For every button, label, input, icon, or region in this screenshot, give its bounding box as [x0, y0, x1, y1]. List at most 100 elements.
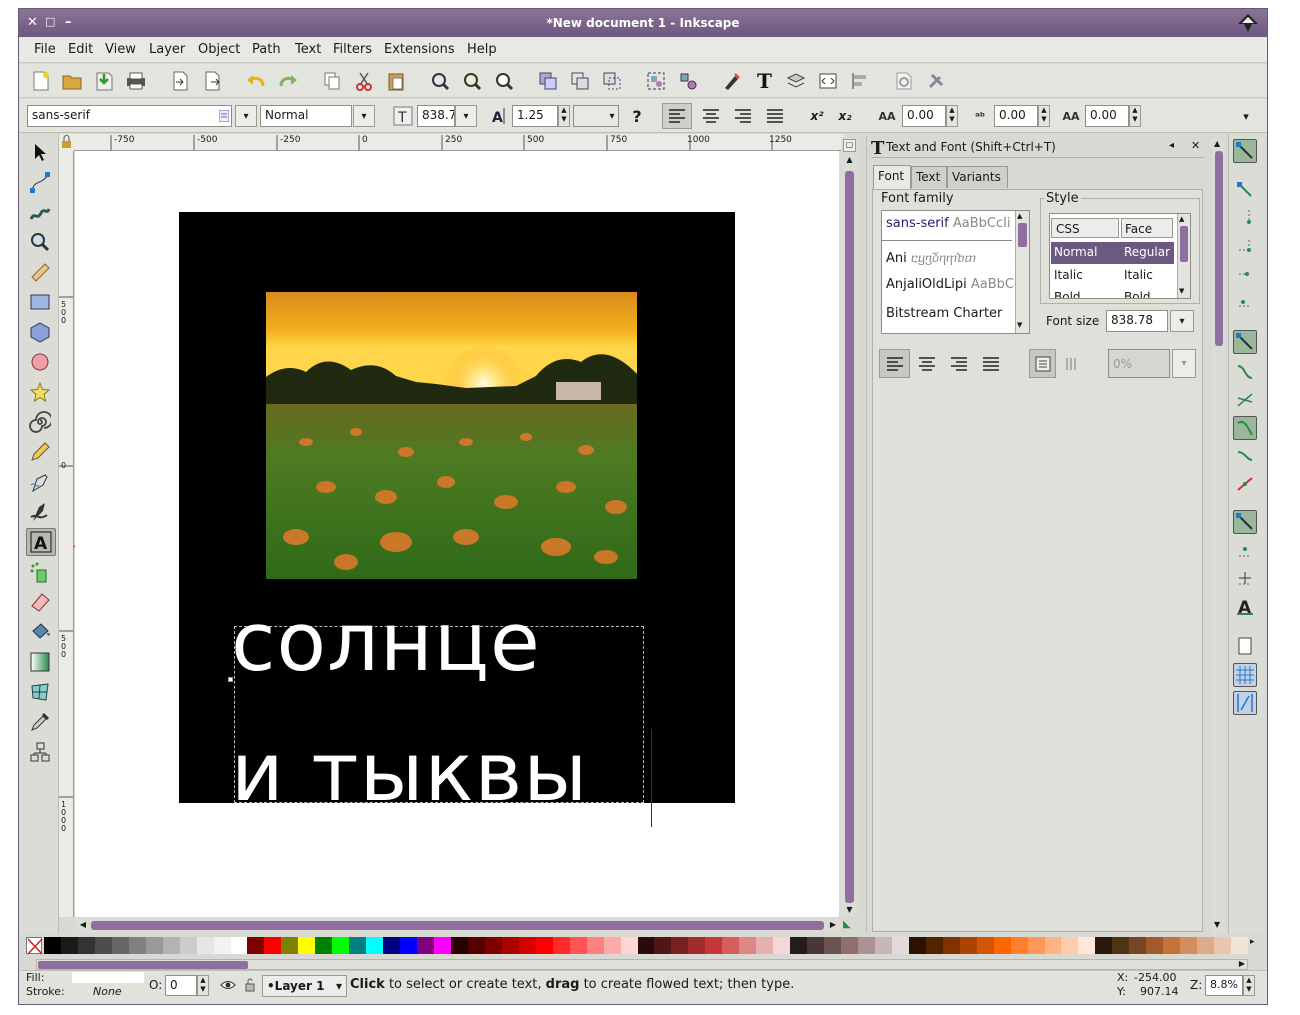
palette-swatch[interactable]	[281, 937, 298, 954]
layers-icon[interactable]	[785, 70, 807, 92]
scroll-down-icon[interactable]: ▼	[1214, 920, 1220, 929]
layer-lock-icon[interactable]	[244, 978, 256, 995]
menu-extensions[interactable]: Extensions	[384, 42, 455, 57]
toolbar-overflow-button[interactable]: ▾	[1235, 105, 1257, 127]
palette-swatch[interactable]	[247, 937, 264, 954]
palette-swatch[interactable]	[434, 937, 451, 954]
snap-toggle-icon[interactable]	[1233, 139, 1257, 163]
font-row-bitstream-charter[interactable]: Bitstream Charter	[886, 306, 1002, 321]
palette-swatch[interactable]	[1163, 937, 1180, 954]
palette-swatch[interactable]	[214, 937, 231, 954]
palette-scroll-thumb[interactable]	[38, 961, 248, 969]
text-tool-icon[interactable]: A	[26, 528, 56, 556]
document-properties-icon[interactable]	[893, 70, 915, 92]
style-row-italic-face[interactable]: Italic	[1124, 268, 1153, 282]
3d-box-tool-icon[interactable]	[26, 319, 54, 345]
eraser-tool-icon[interactable]	[26, 589, 54, 615]
panel-scrollbar[interactable]: ▲ ▼	[1212, 137, 1226, 933]
palette-swatch[interactable]	[315, 937, 332, 954]
star-tool-icon[interactable]	[26, 379, 54, 405]
copy-icon[interactable]	[321, 70, 343, 92]
vertical-text-icon[interactable]	[1060, 353, 1082, 375]
style-row-bold-css[interactable]: Bold	[1054, 290, 1081, 299]
align-left-button[interactable]	[662, 103, 692, 129]
palette-swatch[interactable]	[1231, 937, 1248, 954]
menu-object[interactable]: Object	[198, 42, 240, 57]
align-distribute-icon[interactable]	[849, 70, 871, 92]
palette-swatch[interactable]	[705, 937, 722, 954]
style-row-normal-css[interactable]: Normal	[1054, 245, 1097, 259]
superscript-icon[interactable]: x²	[806, 105, 828, 127]
cms-adjust-icon[interactable]: ◣	[843, 919, 857, 932]
palette-swatch[interactable]	[61, 937, 78, 954]
palette-swatch[interactable]	[1011, 937, 1028, 954]
clone-icon[interactable]	[569, 70, 591, 92]
font-row-ani[interactable]: Ani ⴀⴁⴂⴃⴄⴅⴆⴇ	[886, 251, 976, 266]
palette-swatch[interactable]	[44, 937, 61, 954]
save-document-icon[interactable]	[93, 70, 115, 92]
dropper-tool-icon[interactable]	[26, 709, 54, 735]
line-spacing-unit-dropdown[interactable]: ▾	[604, 105, 620, 127]
font-family-list[interactable]: sans-serif AaBbCcIi Ani ⴀⴁⴂⴃⴄⴅⴆⴇ AnjaliO…	[881, 210, 1030, 334]
style-header-face[interactable]: Face	[1121, 218, 1173, 238]
menu-layer[interactable]: Layer	[149, 42, 185, 57]
opacity-spinner[interactable]: ▲▼	[197, 975, 209, 996]
ellipse-tool-icon[interactable]	[26, 349, 54, 375]
selector-tool-icon[interactable]	[26, 139, 54, 165]
font-list-icon[interactable]	[215, 105, 232, 127]
palette-swatch[interactable]	[298, 937, 315, 954]
palette-swatch[interactable]	[892, 937, 909, 954]
snap-bbox-edge-icon[interactable]	[1235, 208, 1255, 231]
snap-bbox-midpoint-icon[interactable]	[1235, 264, 1255, 287]
snap-text-baseline-icon[interactable]: A	[1235, 596, 1255, 619]
style-list[interactable]: CSS Face Normal Regular Italic Italic Bo…	[1049, 213, 1191, 299]
palette-swatch[interactable]	[1028, 937, 1045, 954]
text-line-1[interactable]: солнце	[231, 603, 541, 684]
scroll-down-icon[interactable]: ▼	[1017, 321, 1022, 329]
palette-swatch[interactable]	[180, 937, 197, 954]
no-paint-swatch-icon[interactable]	[26, 937, 42, 954]
help-icon[interactable]: ?	[626, 105, 648, 127]
ruler-lock-icon[interactable]	[59, 134, 74, 151]
rectangle-tool-icon[interactable]	[26, 289, 54, 315]
palette-swatch[interactable]	[773, 937, 790, 954]
horizontal-text-button[interactable]	[1029, 349, 1056, 378]
palette-swatch[interactable]	[756, 937, 773, 954]
palette-swatch[interactable]	[502, 937, 519, 954]
palette-swatch[interactable]	[468, 937, 485, 954]
panel-font-size-entry[interactable]: 838.78	[1106, 310, 1168, 332]
tweak-tool-icon[interactable]	[26, 199, 54, 225]
palette-swatch[interactable]	[875, 937, 892, 954]
palette-swatch[interactable]	[95, 937, 112, 954]
palette-swatch[interactable]	[1045, 937, 1062, 954]
palette-swatch[interactable]	[349, 937, 366, 954]
palette-swatch[interactable]	[1180, 937, 1197, 954]
palette-swatch[interactable]	[451, 937, 468, 954]
style-list-scroll-thumb[interactable]	[1180, 226, 1188, 262]
menu-edit[interactable]: Edit	[68, 42, 93, 57]
spacing-dropdown[interactable]: ▾	[1172, 349, 1196, 378]
print-icon[interactable]	[125, 70, 147, 92]
font-size-dropdown[interactable]: ▾	[455, 105, 477, 127]
palette-swatch[interactable]	[231, 937, 248, 954]
open-document-icon[interactable]	[61, 70, 83, 92]
pen-tool-icon[interactable]	[26, 469, 54, 495]
palette-swatch[interactable]	[78, 937, 95, 954]
line-spacing-spinner[interactable]: ▲▼	[558, 105, 570, 127]
line-spacing-entry[interactable]: 1.25	[512, 105, 558, 127]
ungroup-icon[interactable]	[677, 70, 699, 92]
palette-swatch[interactable]	[807, 937, 824, 954]
palette-swatch[interactable]	[1214, 937, 1231, 954]
scroll-up-icon[interactable]: ▲	[1179, 215, 1184, 223]
style-row-bold-face[interactable]: Bold	[1124, 290, 1151, 299]
subscript-icon[interactable]: x₂	[834, 105, 856, 127]
menu-view[interactable]: View	[105, 42, 136, 57]
palette-swatch[interactable]	[383, 937, 400, 954]
undo-icon[interactable]	[245, 70, 267, 92]
new-document-icon[interactable]	[30, 70, 52, 92]
calligraphy-tool-icon[interactable]	[26, 499, 54, 525]
drawing-canvas[interactable]: солнце и тыквы	[75, 151, 839, 917]
word-spacing-spinner[interactable]: ▲▼	[1038, 105, 1050, 127]
snap-bbox-corner-icon[interactable]	[1235, 236, 1255, 259]
palette-swatch[interactable]	[553, 937, 570, 954]
